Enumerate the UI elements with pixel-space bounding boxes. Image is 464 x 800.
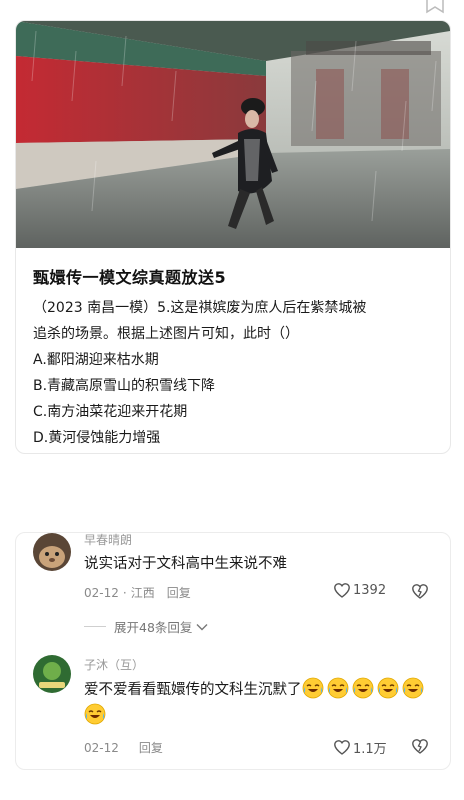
bookmark-icon[interactable] xyxy=(424,0,446,14)
expand-replies-button[interactable]: 展开48条回复 xyxy=(84,617,208,636)
laugh-cry-emoji-icon xyxy=(302,677,324,699)
meta-separator: · xyxy=(122,585,127,600)
option-a: A.鄱阳湖迎来枯水期 xyxy=(33,352,159,368)
comment-date: 02-12 xyxy=(84,585,119,600)
heart-icon xyxy=(334,583,350,598)
post-title[interactable]: 甄嬛传一模文综真题放送5 xyxy=(33,264,226,288)
dislike-icon[interactable] xyxy=(412,584,428,599)
post-image[interactable] xyxy=(16,21,450,248)
question-line: （2023 南昌一模）5.这是祺嫔废为庶人后在紫禁城被 xyxy=(33,300,367,316)
expand-replies-label: 展开48条回复 xyxy=(114,620,193,635)
question-line: 追杀的场景。根据上述图片可知，此时（） xyxy=(33,326,299,342)
comment-text: 说实话对于文科高中生来说不难 xyxy=(84,556,287,572)
reply-button[interactable]: 回复 xyxy=(167,584,191,601)
comment-text-content: 爱不爱看看甄嬛传的文科生沉默了 xyxy=(84,682,302,698)
avatar[interactable] xyxy=(33,533,71,571)
divider-dash xyxy=(84,626,106,627)
comment-date: 02-12 xyxy=(84,740,119,755)
dislike-icon[interactable] xyxy=(412,739,428,754)
comment-text: 爱不爱看看甄嬛传的文科生沉默了 xyxy=(84,677,436,729)
comment-meta: 02-12 · 江西 回复 xyxy=(84,584,191,601)
chevron-down-icon xyxy=(196,623,208,630)
heart-icon xyxy=(334,740,350,755)
laugh-cry-emoji-icon xyxy=(84,703,106,725)
laugh-cry-emoji-icon xyxy=(377,677,399,699)
like-count: 1.1万 xyxy=(353,742,387,757)
comment-meta: 02-12 回复 xyxy=(84,739,163,756)
comment-location: 江西 xyxy=(130,586,155,600)
comments-section: 早春晴朗 说实话对于文科高中生来说不难 02-12 · 江西 回复 1392 展… xyxy=(15,532,451,770)
reply-button[interactable]: 回复 xyxy=(139,739,163,756)
option-d: D.黄河侵蚀能力增强 xyxy=(33,430,161,446)
comment-username[interactable]: 子沐（互） xyxy=(84,656,144,673)
post-card[interactable]: 甄嬛传一模文综真题放送5 （2023 南昌一模）5.这是祺嫔废为庶人后在紫禁城被… xyxy=(15,20,451,454)
option-c: C.南方油菜花迎来开花期 xyxy=(33,404,188,420)
laugh-cry-emoji-icon xyxy=(327,677,349,699)
laugh-cry-emoji-icon xyxy=(352,677,374,699)
post-body: （2023 南昌一模）5.这是祺嫔废为庶人后在紫禁城被 追杀的场景。根据上述图片… xyxy=(33,295,443,451)
option-b: B.青藏高原雪山的积雪线下降 xyxy=(33,378,216,394)
avatar[interactable] xyxy=(33,655,71,693)
laugh-cry-emoji-icon xyxy=(402,677,424,699)
like-button[interactable]: 1.1万 xyxy=(334,738,387,757)
like-count: 1392 xyxy=(353,583,387,598)
like-button[interactable]: 1392 xyxy=(334,583,386,598)
comment-username[interactable]: 早春晴朗 xyxy=(84,531,132,548)
